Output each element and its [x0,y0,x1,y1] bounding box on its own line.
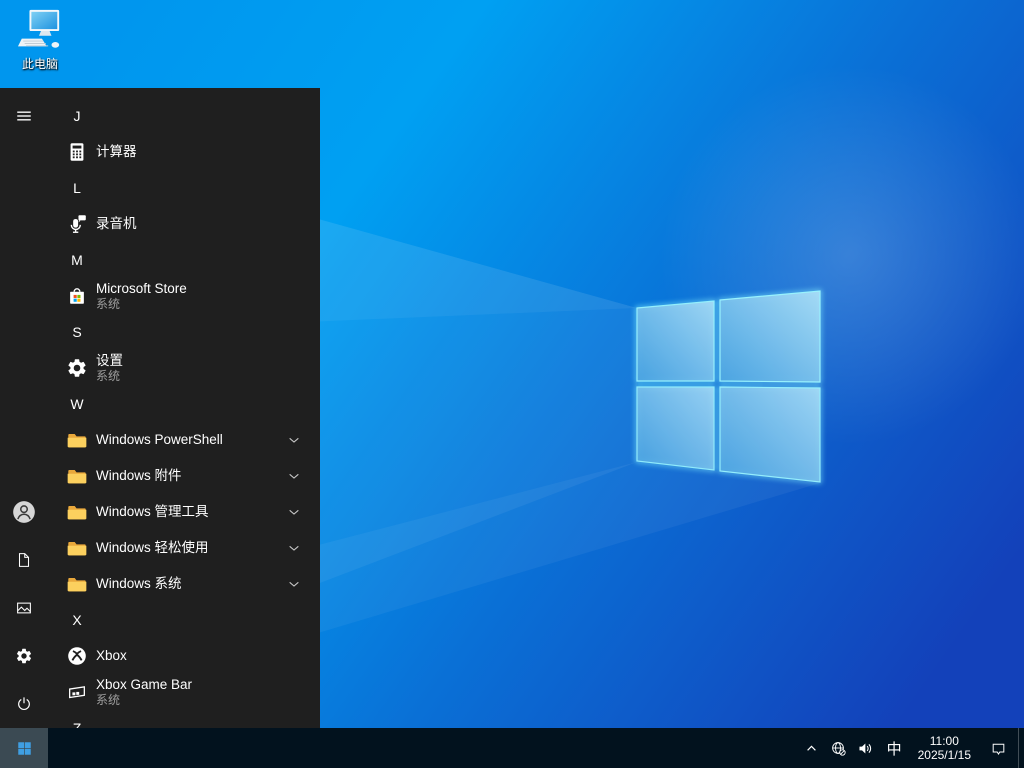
windows-start-icon [16,740,33,757]
section-letter-S[interactable]: S [48,314,320,350]
volume-button[interactable] [852,728,879,768]
pictures-button[interactable] [0,584,48,632]
app-label: Xbox Game Bar [96,677,193,692]
document-icon [15,551,33,569]
action-center-icon [990,740,1007,757]
rail-top-group [0,88,48,140]
section-letter-L[interactable]: L [48,170,320,206]
app-label: 计算器 [96,144,137,159]
power-icon [15,695,33,713]
rail-bottom-group [0,488,48,728]
section-letter-label: W [70,396,84,412]
app-label-stack: Xbox Game Bar 系统 [96,677,192,707]
app-label-stack: Microsoft Store 系统 [96,281,187,311]
clock-time: 11:00 [929,734,959,748]
chevron-down-icon [286,504,302,520]
section-letter-J[interactable]: J [48,98,320,134]
section-letter-W[interactable]: W [48,386,320,422]
section-letter-label: J [73,108,81,124]
this-pc-icon [17,8,63,54]
app-label: 设置 [96,353,123,368]
screen: 此电脑 J 计算器 L 录音机 M Microsoft Store 系统 S 设置 系统 W Wind… [0,0,1024,768]
section-letter-label: L [73,180,81,196]
section-letter-X[interactable]: X [48,602,320,638]
app-item-录音机[interactable]: 录音机 [48,206,320,242]
app-sublabel: 系统 [96,297,121,311]
start-menu: J 计算器 L 录音机 M Microsoft Store 系统 S 设置 系统 W Windows … [0,88,320,728]
app-label-stack: 设置 系统 [96,353,123,383]
volume-icon [857,740,874,757]
action-center-button[interactable] [979,728,1018,768]
app-label: 录音机 [96,216,137,231]
chevron-up-icon [803,740,820,757]
folder-icon [66,573,88,595]
xbox-game-bar-icon [66,681,88,703]
app-item-xbox[interactable]: Xbox [48,638,320,674]
app-label: Xbox [96,648,127,663]
folder-item-windows-powershell[interactable]: Windows PowerShell [48,422,320,458]
expand-menu-button[interactable] [0,92,48,140]
app-item-microsoft-store[interactable]: Microsoft Store 系统 [48,278,320,314]
user-icon [11,499,37,525]
app-label: Windows 管理工具 [96,504,209,519]
ime-indicator-button[interactable]: 中 [879,728,910,768]
settings-button[interactable] [0,632,48,680]
app-label: Microsoft Store [96,281,187,296]
chevron-down-icon [286,576,302,592]
app-label: Windows 轻松使用 [96,540,209,555]
section-letter-Z[interactable]: Z [48,710,320,728]
network-button[interactable] [825,728,852,768]
chevron-down-icon [286,432,302,448]
start-button[interactable] [0,728,48,768]
all-apps-list: J 计算器 L 录音机 M Microsoft Store 系统 S 设置 系统 W Windows … [48,88,320,728]
taskbar: 中 11:00 2025/1/15 [0,728,1024,768]
desktop-icon-this-pc[interactable]: 此电脑 [8,8,72,72]
calculator-icon [66,141,88,163]
folder-item-windows-附件[interactable]: Windows 附件 [48,458,320,494]
section-letter-M[interactable]: M [48,242,320,278]
folder-icon [66,501,88,523]
clock-date: 2025/1/15 [917,748,971,762]
app-sublabel: 系统 [96,369,121,383]
folder-item-windows-管理工具[interactable]: Windows 管理工具 [48,494,320,530]
section-letter-label: X [72,612,82,628]
network-no-internet-icon [830,740,847,757]
app-item-xbox-game-bar[interactable]: Xbox Game Bar 系统 [48,674,320,710]
chevron-down-icon [286,540,302,556]
desktop-icon-label: 此电脑 [21,57,58,71]
app-sublabel: 系统 [96,693,121,707]
settings-icon [66,357,88,379]
show-desktop-button[interactable] [1018,728,1024,768]
folder-icon [66,465,88,487]
folder-icon [66,429,88,451]
folder-item-windows-系统[interactable]: Windows 系统 [48,566,320,602]
voice-recorder-icon [66,213,88,235]
hamburger-icon [15,107,33,125]
documents-button[interactable] [0,536,48,584]
app-item-设置[interactable]: 设置 系统 [48,350,320,386]
section-letter-label: S [72,324,82,340]
system-tray: 中 11:00 2025/1/15 [798,728,1024,768]
microsoft-store-icon [66,285,88,307]
app-label: Windows 附件 [96,468,182,483]
show-hidden-icons-button[interactable] [798,728,825,768]
xbox-icon [66,645,88,667]
settings-icon [15,647,33,665]
user-account-button[interactable] [0,488,48,536]
start-menu-rail [0,88,48,728]
power-button[interactable] [0,680,48,728]
folder-item-windows-轻松使用[interactable]: Windows 轻松使用 [48,530,320,566]
pictures-icon [15,599,33,617]
chevron-down-icon [286,468,302,484]
app-label: Windows PowerShell [96,432,223,447]
app-item-计算器[interactable]: 计算器 [48,134,320,170]
app-label: Windows 系统 [96,576,182,591]
clock-button[interactable]: 11:00 2025/1/15 [910,728,979,768]
section-letter-label: M [71,252,83,268]
section-letter-label: Z [72,720,82,728]
folder-icon [66,537,88,559]
